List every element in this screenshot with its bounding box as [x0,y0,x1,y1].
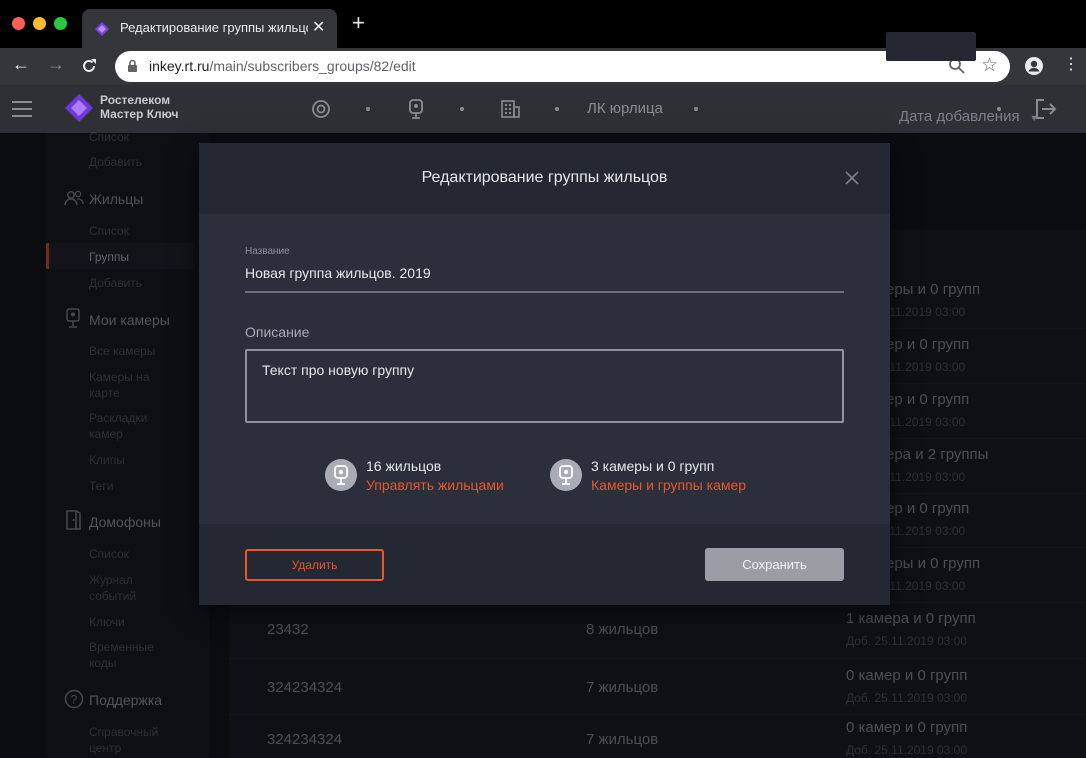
cameras-groups-link[interactable]: Камеры и группы камер [591,477,746,493]
browser-menu-icon[interactable]: ⋮ [1063,54,1079,74]
browser-tab[interactable]: Редактирование группы жильцов ✕ [82,9,337,48]
name-field-label: Название [245,246,290,257]
search-input[interactable] [886,32,976,61]
header-camera-icon[interactable] [408,99,424,119]
description-textarea[interactable]: Текст про новую группу [245,349,844,423]
favicon-icon [95,22,109,36]
manage-residents-link[interactable]: Управлять жильцами [366,477,504,493]
name-field-underline [245,291,844,293]
residents-stat-icon [325,459,357,491]
reload-icon[interactable] [80,57,98,75]
header-indicator-dot [366,107,370,111]
back-icon[interactable]: ← [12,54,30,75]
new-tab-button[interactable]: + [352,12,365,34]
modal-title: Редактирование группы жильцов [421,169,668,186]
building-icon[interactable] [500,99,520,119]
description-label: Описание [245,324,310,340]
residents-count: 16 жильцов [366,458,442,474]
profile-icon[interactable] [1024,56,1044,76]
cameras-stat-icon [550,459,582,491]
hamburger-menu-icon[interactable] [12,101,32,122]
header-indicator-dot [694,107,698,111]
header-indicator-dot [460,107,464,111]
description-text: Текст про новую группу [262,362,415,378]
minimize-window-button[interactable] [33,17,46,30]
tab-title: Редактирование группы жильцов [120,20,308,35]
name-field[interactable]: Новая группа жильцов. 2019 [245,265,431,281]
url-text: inkey.rt.ru/main/subscribers_groups/82/e… [149,58,416,74]
brand-name: Ростелеком Мастер Ключ [100,93,179,121]
header-indicator-dot [555,107,559,111]
account-label[interactable]: ЛК юрлица [587,100,663,117]
modal-header: Редактирование группы жильцов [199,143,890,214]
support-lifebuoy-icon[interactable] [311,99,331,119]
brand-logo-icon [65,94,93,122]
edit-group-modal: Редактирование группы жильцов Название Н… [199,143,890,605]
forward-icon[interactable]: → [47,54,65,75]
maximize-window-button[interactable] [54,17,67,30]
save-button[interactable]: Сохранить [705,548,844,581]
sort-caret-icon: ▼ [1029,113,1039,123]
cameras-count: 3 камеры и 0 групп [591,458,715,474]
close-icon[interactable] [845,171,859,185]
close-window-button[interactable] [12,17,25,30]
tab-close-icon[interactable]: ✕ [312,17,325,37]
lock-icon [128,59,137,72]
address-bar[interactable]: inkey.rt.ru/main/subscribers_groups/82/e… [115,51,1010,82]
sort-by-date-button[interactable]: Дата добавления ▼ [899,108,1039,125]
modal-footer: Удалить Сохранить [199,524,890,605]
delete-button[interactable]: Удалить [245,549,384,581]
bookmark-star-icon[interactable]: ☆ [981,54,998,77]
browser-window: Редактирование группы жильцов ✕ + ← → in… [0,0,1086,758]
